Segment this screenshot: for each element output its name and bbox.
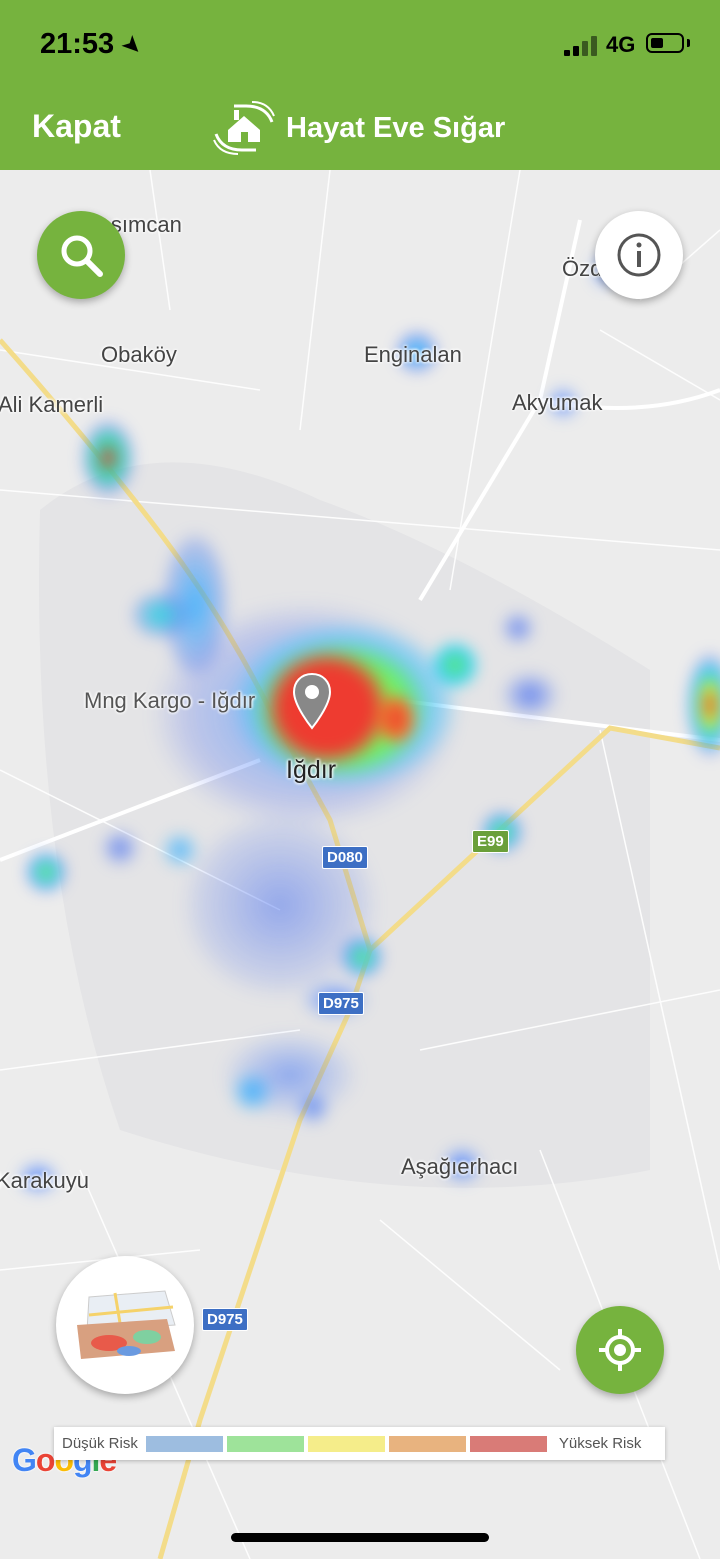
legend-swatches bbox=[145, 1435, 551, 1452]
map-layers-icon bbox=[77, 1290, 176, 1359]
app-title: Hayat Eve Sığar bbox=[286, 111, 506, 144]
poi-label: Mng Kargo - Iğdır bbox=[84, 688, 256, 713]
status-time: 21:53 bbox=[40, 28, 115, 60]
header-bar: Kapat Hayat Eve Sığar bbox=[0, 88, 720, 170]
signal-strength-icon bbox=[564, 36, 598, 56]
crosshair-icon bbox=[599, 1329, 641, 1371]
city-label: Iğdır bbox=[286, 756, 337, 784]
legend-swatch bbox=[469, 1435, 547, 1452]
search-button[interactable] bbox=[37, 211, 125, 299]
legend-swatch bbox=[226, 1435, 304, 1452]
place-label: Akyumak bbox=[512, 390, 603, 415]
legend-low-label: Düşük Risk bbox=[62, 1435, 138, 1452]
road-shield: D975 bbox=[318, 992, 364, 1015]
status-bar: 21:53 ➤ 4G bbox=[0, 0, 720, 88]
my-location-button[interactable] bbox=[576, 1306, 664, 1394]
road-shield: D080 bbox=[322, 846, 368, 869]
search-icon bbox=[61, 235, 103, 277]
home-in-hands-icon bbox=[213, 101, 275, 155]
place-label: Enginalan bbox=[364, 342, 462, 367]
location-arrow-icon: ➤ bbox=[115, 28, 149, 63]
legend-swatch bbox=[307, 1435, 385, 1452]
place-label: Obaköy bbox=[101, 342, 177, 367]
legend-high-label: Yüksek Risk bbox=[558, 1435, 642, 1452]
battery-icon bbox=[646, 33, 684, 53]
legend-swatch bbox=[388, 1435, 466, 1452]
road-shield: E99 bbox=[472, 830, 509, 853]
close-button[interactable]: Kapat bbox=[32, 108, 121, 145]
map-layers-button[interactable] bbox=[56, 1256, 194, 1394]
home-indicator[interactable] bbox=[231, 1533, 489, 1542]
place-label: Karakuyu bbox=[0, 1168, 89, 1193]
risk-legend: Düşük Risk Yüksek Risk bbox=[54, 1427, 665, 1460]
legend-swatch bbox=[145, 1435, 223, 1452]
info-button[interactable] bbox=[595, 211, 683, 299]
place-label: Ali Kamerli bbox=[0, 392, 104, 417]
location-pin-icon[interactable] bbox=[292, 672, 332, 730]
battery-tip bbox=[687, 39, 690, 47]
place-label: Aşağıerhacı bbox=[401, 1154, 519, 1179]
map-view[interactable]: Kasımcan Özdemir Obaköy Enginalan Akyuma… bbox=[0, 170, 720, 1559]
network-type: 4G bbox=[606, 32, 636, 57]
brand: Hayat Eve Sığar bbox=[212, 98, 505, 158]
road-shield: D975 bbox=[202, 1308, 248, 1331]
info-icon bbox=[617, 233, 661, 277]
